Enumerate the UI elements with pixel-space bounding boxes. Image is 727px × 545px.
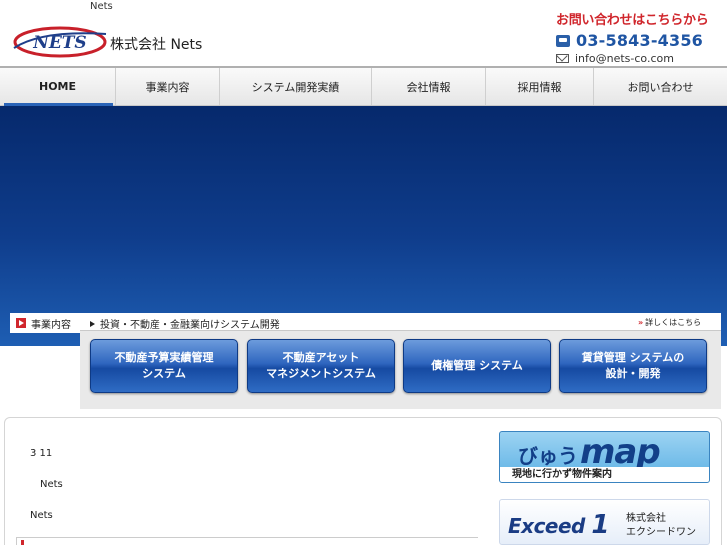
map-banner-subtitle: 現地に行かず物件案内 <box>500 467 709 482</box>
nets-logo-icon: NETS <box>13 26 107 58</box>
service-button-credit[interactable]: 債権管理 システム <box>403 339 551 393</box>
service-line2: マネジメントシステム <box>266 367 376 380</box>
news-area: 3 11 Nets Nets <box>16 436 478 545</box>
company-name: 株式会社 Nets <box>110 37 203 53</box>
exceed-company: 株式会社 エクシードワン <box>626 512 696 540</box>
business-section: 事業内容 投資・不動産・金融業向けシステム開発 » 詳しくはこちら 不動産予算実績… <box>0 313 727 411</box>
service-line1: 賃貸管理 システムの <box>581 351 685 364</box>
service-button-budget[interactable]: 不動産予算実績管理 システム <box>90 339 238 393</box>
phone-number[interactable]: 03-5843-4356 <box>576 31 703 50</box>
news-divider <box>16 537 478 545</box>
map-word: map <box>580 432 661 472</box>
nav-item-home[interactable]: HOME <box>0 68 116 106</box>
nav-item-business[interactable]: 事業内容 <box>116 68 220 105</box>
business-heading: 投資・不動産・金融業向けシステム開発 <box>90 316 280 331</box>
phone-icon <box>556 34 570 47</box>
exceed-logo-text: Exceed <box>508 514 585 538</box>
contact-mail-row: info@nets-co.com <box>556 52 721 65</box>
nav-item-company[interactable]: 会社情報 <box>372 68 486 105</box>
service-button-asset[interactable]: 不動産アセットマネジメントシステム <box>247 339 395 393</box>
service-line1: 不動産予算実績管理 <box>114 351 214 364</box>
service-line2: 設計・開発 <box>605 367 661 380</box>
email-link[interactable]: info@nets-co.com <box>575 52 674 65</box>
map-banner-title: びゅう map <box>500 432 709 469</box>
exceed-one-banner[interactable]: Exceed 1 株式会社 エクシードワン <box>499 499 710 545</box>
news-line: Nets <box>30 510 53 521</box>
map-kana: びゅう <box>518 444 578 468</box>
header-tagline: Nets <box>90 1 113 12</box>
view-map-banner[interactable]: びゅう map 現地に行かず物件案内 <box>499 431 710 483</box>
contact-phone-row: 03-5843-4356 <box>556 31 721 50</box>
exceed-company-line1: 株式会社 <box>626 513 666 524</box>
mail-icon <box>556 54 569 63</box>
exceed-logo-num: 1 <box>591 510 609 540</box>
business-label-text: 事業内容 <box>31 319 71 331</box>
service-line1: 債権管理 システム <box>431 359 523 372</box>
site-header: Nets NETS 株式会社 Nets お問い合わせはこちらから 03-5843… <box>0 0 727 66</box>
business-more-link[interactable]: » 詳しくはこちら <box>638 317 701 328</box>
hero-banner <box>0 106 727 346</box>
nav-item-system-results[interactable]: システム開発実績 <box>220 68 372 105</box>
business-heading-text: 投資・不動産・金融業向けシステム開発 <box>100 320 280 331</box>
contact-block: お問い合わせはこちらから 03-5843-4356 info@nets-co.c… <box>556 9 721 65</box>
nav-item-contact[interactable]: お問い合わせ <box>594 68 727 105</box>
business-label: 事業内容 <box>10 313 80 333</box>
news-line: 3 11 <box>30 448 53 459</box>
exceed-logo: Exceed 1 <box>508 510 609 540</box>
news-line: Nets <box>40 479 63 490</box>
play-arrow-icon <box>16 318 26 328</box>
exceed-company-line2: エクシードワン <box>626 527 696 538</box>
service-button-rental[interactable]: 賃貸管理 システムの 設計・開発 <box>559 339 707 393</box>
double-chevron-icon: » <box>638 318 644 327</box>
contact-title[interactable]: お問い合わせはこちらから <box>556 9 721 28</box>
site-logo[interactable]: NETS <box>12 24 108 60</box>
svg-text:NETS: NETS <box>32 33 86 53</box>
service-line1: 不動産アセット <box>282 351 360 364</box>
triangle-right-icon <box>90 320 95 327</box>
main-nav: HOME 事業内容 システム開発実績 会社情報 採用情報 お問い合わせ <box>0 66 727 106</box>
business-more-text[interactable]: 詳しくはこちら <box>645 318 701 327</box>
service-line2: システム <box>142 367 186 380</box>
nav-item-recruit[interactable]: 採用情報 <box>486 68 594 105</box>
